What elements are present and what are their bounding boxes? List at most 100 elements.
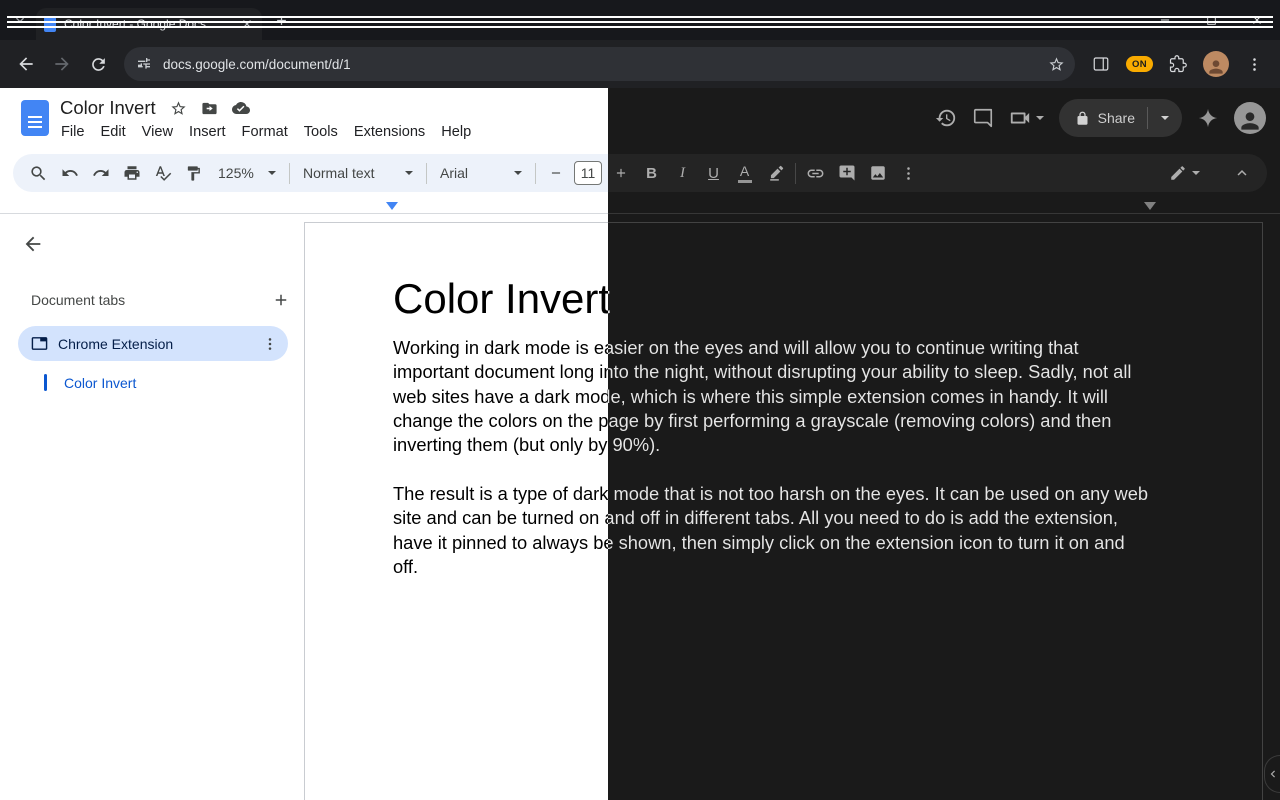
doc-text-line[interactable]: important document long into the night, … <box>393 360 1262 384</box>
site-settings-icon[interactable] <box>136 56 152 72</box>
italic-button[interactable]: I <box>667 158 698 189</box>
address-bar[interactable]: docs.google.com/document/d/1 <box>124 47 1075 81</box>
paragraph-style-value: Normal text <box>303 165 375 181</box>
share-button[interactable]: Share <box>1058 99 1182 137</box>
redo-icon[interactable] <box>85 158 116 189</box>
docs-header: Color Invert File Edit View Insert Forma… <box>60 97 479 142</box>
docs-profile-avatar[interactable] <box>1234 102 1266 134</box>
docs-favicon <box>44 16 56 32</box>
screen: Color Invert - Google Docs <box>0 0 1280 800</box>
zoom-select[interactable]: 125% <box>209 158 285 189</box>
undo-icon[interactable] <box>54 158 85 189</box>
browser-tab[interactable]: Color Invert - Google Docs <box>36 8 262 40</box>
paragraph-style-select[interactable]: Normal text <box>294 158 422 189</box>
toolbar-divider <box>795 162 796 184</box>
toolbar-overflow-kebab-icon[interactable] <box>893 158 924 189</box>
insert-image-icon[interactable] <box>862 158 893 189</box>
side-panel-icon[interactable] <box>1083 46 1119 82</box>
doc-text-line[interactable]: have it pinned to always be shown, then … <box>393 531 1262 555</box>
document-body[interactable]: Working in dark mode is easier on the ey… <box>393 336 1262 579</box>
ruler <box>0 192 1280 214</box>
font-value: Arial <box>440 165 469 181</box>
zoom-value: 125% <box>218 165 254 181</box>
add-comment-icon[interactable] <box>831 158 862 189</box>
join-call-button[interactable] <box>1009 107 1044 129</box>
menu-format[interactable]: Format <box>234 122 296 142</box>
editing-mode-select[interactable] <box>1169 164 1200 182</box>
browser-profile-avatar[interactable] <box>1203 51 1229 77</box>
browser-toolbar: docs.google.com/document/d/1 ON <box>0 40 1280 88</box>
caret-down-icon <box>1192 171 1200 175</box>
document-page[interactable]: Color Invert Working in dark mode is eas… <box>304 222 1263 800</box>
insert-link-icon[interactable] <box>800 158 831 189</box>
doc-text-line[interactable]: inverting them (but only by 90%). <box>393 433 1262 457</box>
text-color-button[interactable]: A <box>729 158 760 189</box>
doc-text-line[interactable]: The result is a type of dark mode that i… <box>393 482 1262 506</box>
doc-text-line[interactable]: site and can be turned on and off in dif… <box>393 506 1262 530</box>
text-color-bar <box>737 179 752 183</box>
chevron-left-icon <box>1270 770 1275 778</box>
panel-back-arrow-icon[interactable] <box>22 233 44 255</box>
star-document-icon[interactable] <box>170 100 187 117</box>
toolbar-divider <box>426 162 427 184</box>
text-color-letter: A <box>739 162 750 179</box>
font-select[interactable]: Arial <box>431 158 531 189</box>
toolbar-divider <box>289 162 290 184</box>
comments-icon[interactable] <box>972 107 994 129</box>
menu-tools[interactable]: Tools <box>296 122 346 142</box>
lock-icon <box>1077 111 1088 125</box>
back-button[interactable] <box>8 46 44 82</box>
paint-format-icon[interactable] <box>178 158 209 189</box>
move-to-folder-icon[interactable] <box>201 100 218 117</box>
doc-text-line[interactable]: off. <box>393 555 1262 579</box>
docs-header-actions: Share <box>935 98 1266 138</box>
doc-text-line[interactable]: Working in dark mode is easier on the ey… <box>393 336 1262 360</box>
add-tab-button[interactable] <box>272 291 290 309</box>
increase-font-size-button[interactable] <box>605 158 636 189</box>
paragraph-break <box>393 458 1262 482</box>
menu-insert[interactable]: Insert <box>181 122 234 142</box>
search-menus-icon[interactable] <box>23 158 54 189</box>
print-icon[interactable] <box>116 158 147 189</box>
gemini-sparkle-icon[interactable] <box>1197 107 1219 129</box>
highlight-color-icon[interactable] <box>760 158 791 189</box>
menu-extensions[interactable]: Extensions <box>346 122 433 142</box>
share-dropdown-button[interactable] <box>1148 99 1182 137</box>
doc-text-line[interactable]: change the colors on the page by first p… <box>393 409 1262 433</box>
browser-menu-kebab-icon[interactable] <box>1236 46 1272 82</box>
color-invert-extension-icon[interactable]: ON <box>1126 56 1153 72</box>
left-indent-marker[interactable] <box>386 202 398 210</box>
font-size-field[interactable]: 11 <box>574 161 602 185</box>
version-history-icon[interactable] <box>935 107 957 129</box>
menu-view[interactable]: View <box>134 122 181 142</box>
menu-help[interactable]: Help <box>433 122 479 142</box>
docs-logo[interactable] <box>21 100 49 136</box>
hide-menus-chevron-up-icon[interactable] <box>1226 158 1257 189</box>
tab-options-kebab-icon[interactable] <box>262 336 278 352</box>
url-text: docs.google.com/document/d/1 <box>163 56 351 72</box>
menu-edit[interactable]: Edit <box>93 122 134 142</box>
document-title[interactable]: Color Invert <box>60 97 156 119</box>
decrease-font-size-button[interactable] <box>540 158 571 189</box>
caret-down-icon <box>405 171 413 175</box>
pencil-icon <box>1171 166 1185 180</box>
underline-button[interactable]: U <box>698 158 729 189</box>
tab-child-color-invert[interactable]: Color Invert <box>44 374 136 391</box>
caret-down-icon <box>268 171 276 175</box>
cloud-save-status-icon[interactable] <box>231 99 250 117</box>
browser-actions: ON <box>1083 46 1272 82</box>
side-panel-handle[interactable] <box>1264 755 1280 793</box>
share-label: Share <box>1097 110 1135 126</box>
spell-check-icon[interactable] <box>147 158 178 189</box>
forward-button[interactable] <box>44 46 80 82</box>
document-heading[interactable]: Color Invert <box>393 274 1262 324</box>
right-indent-marker[interactable] <box>1144 202 1156 210</box>
docs-toolbar: 125% Normal text Arial 11 B I U A <box>13 154 1267 192</box>
doc-text-line[interactable]: web sites have a dark mode, which is whe… <box>393 385 1262 409</box>
bold-button[interactable]: B <box>636 158 667 189</box>
bookmark-star-icon[interactable] <box>1048 56 1065 73</box>
reload-button[interactable] <box>80 46 116 82</box>
tab-item-chrome-extension[interactable]: Chrome Extension <box>18 326 288 361</box>
menu-file[interactable]: File <box>53 122 93 142</box>
extensions-puzzle-icon[interactable] <box>1160 46 1196 82</box>
